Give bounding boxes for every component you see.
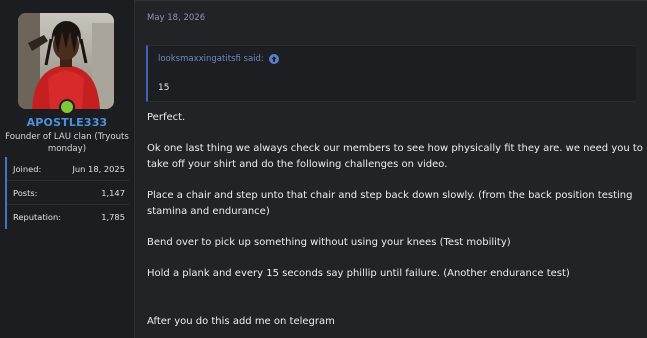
user-title: Founder of LAU clan (Tryouts monday) <box>5 132 129 154</box>
quote-header[interactable]: looksmaxxingatitsfi said: <box>158 54 279 64</box>
message-line: Hold a plank and every 15 seconds say ph… <box>147 268 570 279</box>
stat-value: 1,147 <box>101 187 125 198</box>
stat-value: 1,785 <box>101 212 125 222</box>
quote-block: looksmaxxingatitsfi said: 15 <box>146 45 636 102</box>
user-stats: Joined: Jun 18, 2025 Posts: 1,147 Reputa… <box>5 157 129 229</box>
stat-value: Jun 18, 2025 <box>72 163 125 174</box>
online-status-indicator <box>59 99 75 115</box>
user-sidebar: APOSTLE333 Founder of LAU clan (Tryouts … <box>0 0 135 338</box>
message-line: stamina and endurance) <box>147 206 270 217</box>
stat-label: Posts: <box>13 187 38 198</box>
avatar-image <box>18 13 114 109</box>
stat-label: Reputation: <box>13 212 62 222</box>
quote-author[interactable]: looksmaxxingatitsfi said: <box>158 54 264 64</box>
stat-label: Joined: <box>13 163 42 174</box>
message-line: After you do this add me on telegram <box>147 316 335 327</box>
arrow-up-circle-icon[interactable] <box>268 54 279 64</box>
message-line: take off your shirt and do the following… <box>147 159 448 170</box>
message-line: Perfect. <box>147 112 186 123</box>
message-line: Bend over to pick up something without u… <box>147 237 511 248</box>
stat-posts: Posts: 1,147 <box>7 181 129 205</box>
quote-text: 15 <box>158 83 170 93</box>
message-line: Ok one last thing we always check our me… <box>147 143 643 154</box>
post-date[interactable]: May 18, 2026 <box>147 13 205 23</box>
stat-joined: Joined: Jun 18, 2025 <box>7 157 129 181</box>
avatar[interactable] <box>18 13 114 109</box>
stat-reputation: Reputation: 1,785 <box>7 205 129 229</box>
username[interactable]: APOSTLE333 <box>0 116 134 129</box>
post-container: APOSTLE333 Founder of LAU clan (Tryouts … <box>0 0 647 338</box>
message-line: Place a chair and step unto that chair a… <box>147 190 633 201</box>
